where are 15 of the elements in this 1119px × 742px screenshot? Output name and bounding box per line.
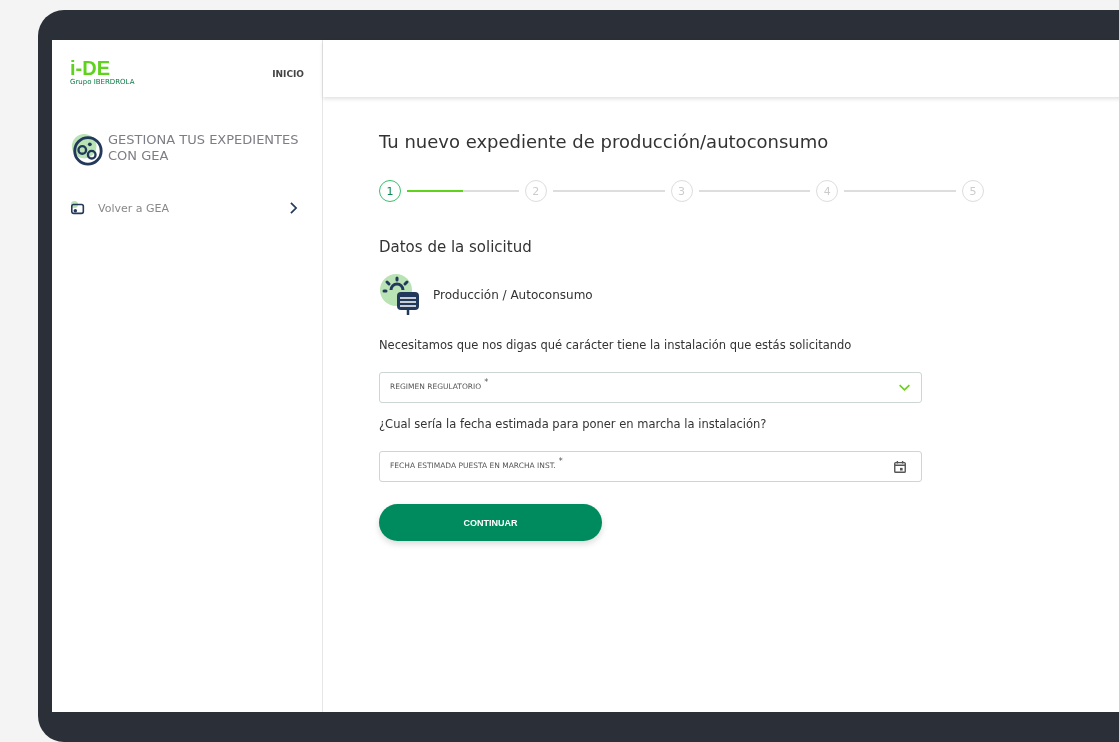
question-text: Necesitamos que nos digas qué carácter tiene la instalación que estás solicitando: [379, 338, 853, 352]
question-text: ¿Cual sería la fecha estimada para poner en marcha la instalación?: [379, 417, 768, 431]
chevron-right-icon: [289, 202, 298, 214]
calendar-icon: [893, 459, 907, 474]
chevron-down-icon: [898, 383, 911, 392]
home-link[interactable]: INICIO: [272, 69, 304, 79]
logo-wordmark: i-DE: [70, 58, 110, 78]
section-title: GESTIONA TUS EXPEDIENTES CON GEA: [108, 132, 300, 164]
plug-circle-icon: [70, 132, 104, 166]
page-title: Tu nuevo expediente de producción/autoconsumo: [379, 131, 830, 152]
continue-button[interactable]: CONTINUAR: [379, 504, 602, 541]
folder-icon: [70, 200, 86, 216]
category-label: Producción / Autoconsumo: [433, 288, 593, 302]
section-heading: Datos de la solicitud: [379, 238, 533, 256]
sidebar-item[interactable]: Volver a GEA: [70, 200, 304, 216]
